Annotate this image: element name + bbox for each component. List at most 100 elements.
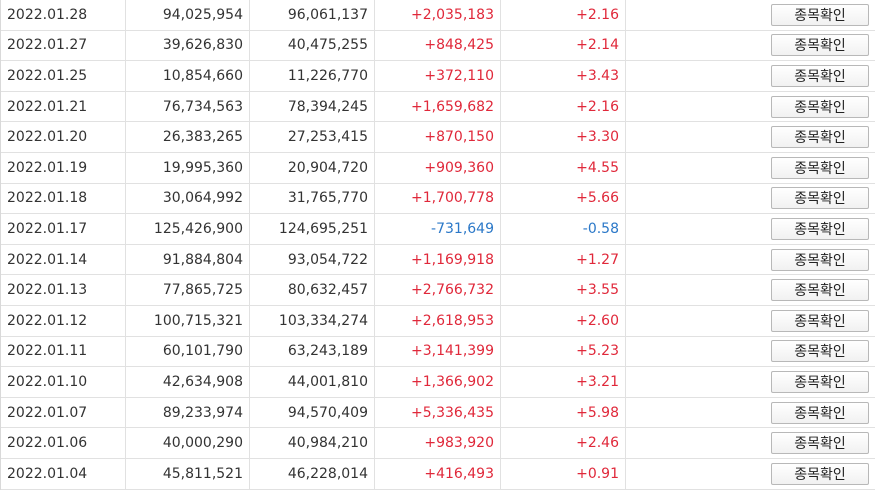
action-cell: 종목확인	[626, 306, 875, 336]
table-row: 2022.01.13 77,865,725 80,632,457 +2,766,732…	[1, 275, 875, 306]
date-cell: 2022.01.07	[1, 397, 126, 428]
table-row: 2022.01.04 45,811,521 46,228,014 +416,493 +0…	[1, 458, 875, 490]
change-cell: +2,766,732	[375, 275, 501, 305]
change-cell: +983,920	[375, 428, 501, 458]
value-b-cell: 63,243,189	[250, 336, 375, 367]
check-stock-button[interactable]: 종목확인	[771, 156, 869, 179]
date-cell: 2022.01.28	[1, 0, 126, 30]
date-cell: 2022.01.04	[1, 458, 126, 489]
value-b-cell: 31,765,770	[250, 183, 375, 214]
value-b-cell: 11,226,770	[250, 61, 375, 91]
table-row: 2022.01.11 60,101,790 63,243,189 +3,141,399…	[1, 336, 875, 368]
value-b-cell: 103,334,274	[250, 305, 375, 336]
action-cell: 종목확인	[626, 184, 875, 214]
table-row: 2022.01.10 42,634,908 44,001,810 +1,366,902…	[1, 367, 875, 398]
change-cell: +1,366,902	[375, 367, 501, 397]
date-cell: 2022.01.21	[1, 91, 126, 122]
table-row: 2022.01.14 91,884,804 93,054,722 +1,169,918…	[1, 244, 875, 276]
value-b-cell: 96,061,137	[250, 0, 375, 30]
action-cell: 종목확인	[626, 459, 875, 489]
check-stock-button[interactable]: 종목확인	[771, 309, 869, 332]
change-cell: +1,169,918	[375, 244, 501, 275]
change-cell: +848,425	[375, 30, 501, 61]
value-a-cell: 60,101,790	[126, 336, 250, 367]
table-row: 2022.01.17 125,426,900 124,695,251 -731,649…	[1, 214, 875, 245]
check-stock-button[interactable]: 종목확인	[771, 370, 869, 393]
date-cell: 2022.01.17	[1, 214, 126, 244]
action-cell: 종목확인	[626, 245, 875, 275]
change-percent-cell: +3.55	[501, 275, 626, 305]
check-stock-button[interactable]: 종목확인	[771, 64, 869, 87]
change-percent-cell: +3.43	[501, 61, 626, 91]
value-b-cell: 40,984,210	[250, 428, 375, 458]
date-cell: 2022.01.19	[1, 152, 126, 183]
change-percent-cell: +4.55	[501, 152, 626, 183]
table-row: 2022.01.07 89,233,974 94,570,409 +5,336,435…	[1, 397, 875, 429]
check-stock-button[interactable]: 종목확인	[771, 95, 869, 118]
table-row: 2022.01.21 76,734,563 78,394,245 +1,659,682…	[1, 91, 875, 123]
check-stock-button[interactable]: 종목확인	[771, 462, 869, 485]
check-stock-button[interactable]: 종목확인	[771, 217, 869, 240]
value-b-cell: 20,904,720	[250, 152, 375, 183]
date-cell: 2022.01.18	[1, 183, 126, 214]
value-b-cell: 124,695,251	[250, 214, 375, 244]
check-stock-button[interactable]: 종목확인	[771, 401, 869, 424]
change-percent-cell: -0.58	[501, 214, 626, 244]
change-cell: +5,336,435	[375, 397, 501, 428]
value-a-cell: 39,626,830	[126, 30, 250, 61]
check-stock-button[interactable]: 종목확인	[771, 34, 869, 57]
action-cell: 종목확인	[626, 31, 875, 61]
action-cell: 종목확인	[626, 428, 875, 458]
change-percent-cell: +3.21	[501, 367, 626, 397]
change-cell: +1,659,682	[375, 91, 501, 122]
value-a-cell: 45,811,521	[126, 458, 250, 489]
check-stock-button[interactable]: 종목확인	[771, 279, 869, 302]
date-cell: 2022.01.25	[1, 61, 126, 91]
table-row: 2022.01.27 39,626,830 40,475,255 +848,425 +2…	[1, 30, 875, 62]
change-percent-cell: +2.46	[501, 428, 626, 458]
table-row: 2022.01.18 30,064,992 31,765,770 +1,700,778…	[1, 183, 875, 215]
action-cell: 종목확인	[626, 0, 875, 30]
change-percent-cell: +3.30	[501, 122, 626, 152]
date-cell: 2022.01.27	[1, 30, 126, 61]
date-cell: 2022.01.12	[1, 305, 126, 336]
change-cell: +2,618,953	[375, 305, 501, 336]
value-a-cell: 91,884,804	[126, 244, 250, 275]
table-row: 2022.01.20 26,383,265 27,253,415 +870,150 +3…	[1, 122, 875, 153]
value-a-cell: 77,865,725	[126, 275, 250, 305]
change-percent-cell: +1.27	[501, 244, 626, 275]
value-a-cell: 76,734,563	[126, 91, 250, 122]
action-cell: 종목확인	[626, 153, 875, 183]
check-stock-button[interactable]: 종목확인	[771, 187, 869, 210]
table-row: 2022.01.19 19,995,360 20,904,720 +909,360 +4…	[1, 152, 875, 184]
date-cell: 2022.01.10	[1, 367, 126, 397]
check-stock-button[interactable]: 종목확인	[771, 248, 869, 271]
date-cell: 2022.01.06	[1, 428, 126, 458]
change-percent-cell: +5.66	[501, 183, 626, 214]
check-stock-button[interactable]: 종목확인	[771, 126, 869, 149]
check-stock-button[interactable]: 종목확인	[771, 340, 869, 363]
action-cell: 종목확인	[626, 214, 875, 244]
action-cell: 종목확인	[626, 275, 875, 305]
change-percent-cell: +5.23	[501, 336, 626, 367]
change-cell: -731,649	[375, 214, 501, 244]
change-cell: +2,035,183	[375, 0, 501, 30]
value-b-cell: 40,475,255	[250, 30, 375, 61]
table-row: 2022.01.28 94,025,954 96,061,137 +2,035,183…	[1, 0, 875, 31]
value-a-cell: 89,233,974	[126, 397, 250, 428]
table-row: 2022.01.06 40,000,290 40,984,210 +983,920 +2…	[1, 428, 875, 459]
change-cell: +416,493	[375, 458, 501, 489]
change-percent-cell: +2.16	[501, 0, 626, 30]
value-b-cell: 94,570,409	[250, 397, 375, 428]
change-cell: +3,141,399	[375, 336, 501, 367]
action-cell: 종목확인	[626, 367, 875, 397]
change-percent-cell: +5.98	[501, 397, 626, 428]
change-percent-cell: +2.60	[501, 305, 626, 336]
check-stock-button[interactable]: 종목확인	[771, 3, 869, 26]
change-percent-cell: +2.14	[501, 30, 626, 61]
change-percent-cell: +0.91	[501, 458, 626, 489]
check-stock-button[interactable]: 종목확인	[771, 432, 869, 455]
value-b-cell: 80,632,457	[250, 275, 375, 305]
value-b-cell: 27,253,415	[250, 122, 375, 152]
value-a-cell: 94,025,954	[126, 0, 250, 30]
